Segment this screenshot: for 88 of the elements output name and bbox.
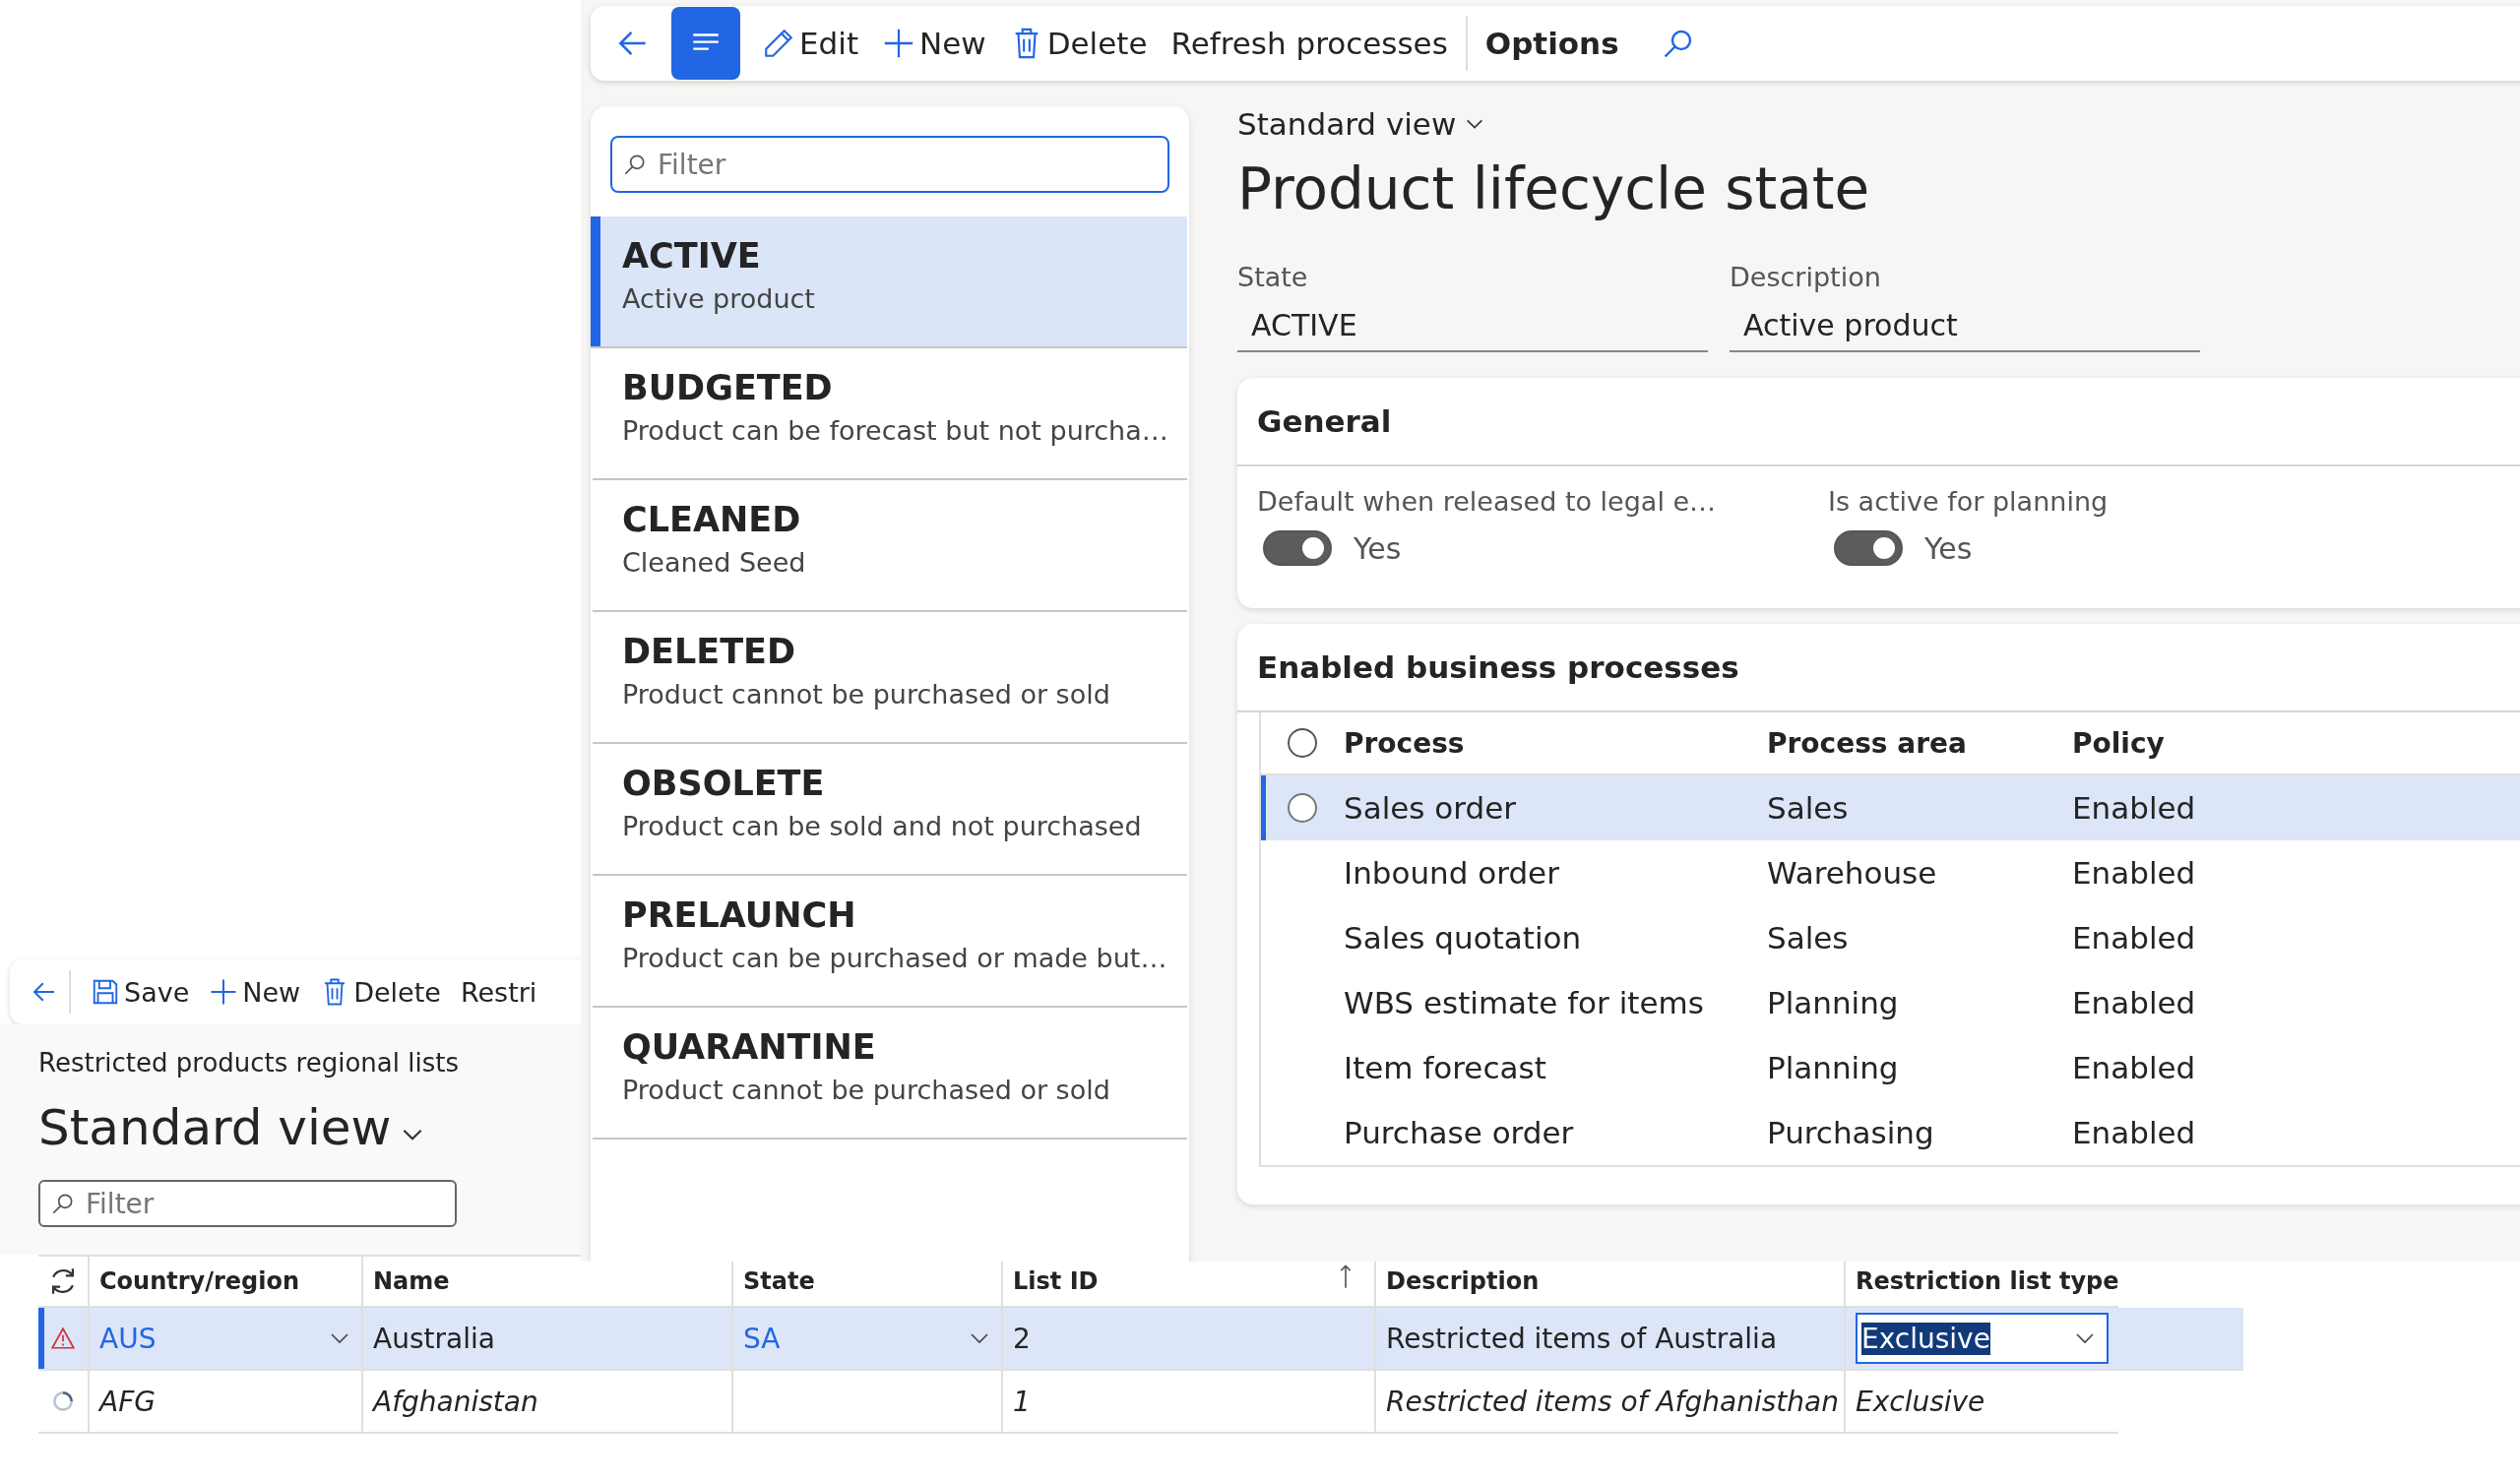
- table-cell: Purchase order: [1344, 1115, 1574, 1150]
- view-selector[interactable]: Standard view: [38, 1099, 425, 1156]
- toolbar-button[interactable]: Restri: [450, 964, 547, 1019]
- column-header[interactable]: Process: [1344, 726, 1465, 760]
- delete-button[interactable]: Delete: [997, 14, 1160, 73]
- table-cell: Purchasing: [1767, 1115, 1934, 1150]
- new-button[interactable]: New: [870, 14, 998, 73]
- table-row[interactable]: Sales quotation Sales Enabled: [1261, 905, 2520, 970]
- table-row[interactable]: Sales order Sales Enabled: [1261, 775, 2520, 840]
- table-row[interactable]: Purchase order Purchasing Enabled: [1261, 1100, 2520, 1165]
- list-item[interactable]: CLEANED Cleaned Seed: [593, 480, 1187, 612]
- filter-field[interactable]: Filter: [610, 136, 1169, 193]
- column-header[interactable]: Name: [373, 1267, 450, 1295]
- table-cell: 1: [1013, 1385, 1031, 1418]
- toggle-label: Default when released to legal e…: [1257, 486, 1718, 517]
- view-selector[interactable]: Standard view: [1237, 106, 1486, 142]
- toggle-value: Yes: [1924, 530, 1973, 566]
- delete-button[interactable]: Delete: [310, 964, 451, 1019]
- edit-button[interactable]: Edit: [750, 14, 871, 73]
- table-cell: AUS: [99, 1322, 157, 1355]
- table-cell: WBS estimate for items: [1344, 985, 1704, 1020]
- grid-row[interactable]: AFG Afghanistan 1 Restricted items of Afghanisthan Exclusive: [38, 1371, 2118, 1434]
- column-header[interactable]: State: [743, 1267, 815, 1295]
- column-header[interactable]: List ID: [1013, 1267, 1099, 1295]
- save-button[interactable]: Save: [81, 964, 200, 1019]
- section-title[interactable]: General: [1257, 403, 1392, 439]
- table-cell: Enabled: [2072, 855, 2196, 891]
- list-type-dropdown[interactable]: Exclusive: [1856, 1313, 2109, 1364]
- table-cell: Item forecast: [1344, 1050, 1546, 1085]
- table-cell: Enabled: [2072, 920, 2196, 956]
- column-header[interactable]: Restriction list type: [1856, 1267, 2119, 1295]
- table-cell: Planning: [1767, 1050, 1899, 1085]
- toggle-value: Yes: [1354, 530, 1402, 566]
- table-cell: Afghanistan: [373, 1385, 538, 1418]
- section-title[interactable]: Enabled business processes: [1257, 649, 1739, 685]
- table-cell: Inbound order: [1344, 855, 1559, 891]
- page-title: Product lifecycle state: [1237, 155, 1871, 222]
- loading-icon: [50, 1388, 76, 1414]
- table-cell: Enabled: [2072, 790, 2196, 826]
- toggle-switch[interactable]: [1834, 530, 1903, 566]
- table-cell: Australia: [373, 1322, 495, 1355]
- table-cell: Restricted items of Australia: [1386, 1322, 1778, 1355]
- list-item[interactable]: BUDGETED Product can be forecast but not purcha…: [593, 348, 1187, 480]
- warning-icon: [50, 1326, 76, 1351]
- refresh-button[interactable]: Refresh processes: [1159, 14, 1460, 73]
- input-field[interactable]: Active product: [1730, 308, 2200, 352]
- list-toggle-button[interactable]: [671, 7, 740, 80]
- table-cell: Sales quotation: [1344, 920, 1582, 956]
- table-cell: Sales: [1767, 920, 1849, 956]
- toggle-label: Is active for planning: [1828, 486, 2110, 517]
- table-cell: Planning: [1767, 985, 1899, 1020]
- list-item[interactable]: PRELAUNCH Product can be purchased or made but…: [593, 876, 1187, 1008]
- field-label: State: [1237, 262, 1308, 292]
- table-cell: Enabled: [2072, 985, 2196, 1020]
- table-cell: Sales order: [1344, 790, 1517, 826]
- pencil-icon: [762, 27, 795, 60]
- list-item[interactable]: QUARANTINE Product cannot be purchased or sold: [593, 1008, 1187, 1140]
- table-cell: Warehouse: [1767, 855, 1937, 891]
- table-cell: SA: [743, 1322, 781, 1355]
- new-button[interactable]: New: [199, 964, 311, 1019]
- table-row[interactable]: Inbound order Warehouse Enabled: [1261, 840, 2520, 905]
- table-cell: Enabled: [2072, 1115, 2196, 1150]
- field-label: Description: [1730, 262, 1881, 292]
- list-item[interactable]: ACTIVE Active product: [591, 216, 1187, 348]
- toggle-switch[interactable]: [1263, 530, 1332, 566]
- list-item[interactable]: OBSOLETE Product can be sold and not purchased: [593, 744, 1187, 876]
- list-item[interactable]: DELETED Product cannot be purchased or sold: [593, 612, 1187, 744]
- table-cell: Exclusive: [1856, 1385, 1985, 1418]
- row-radio[interactable]: [1288, 793, 1317, 823]
- column-header[interactable]: Country/region: [99, 1267, 300, 1295]
- input-field[interactable]: ACTIVE: [1237, 308, 1708, 352]
- filter-field[interactable]: Filter: [38, 1180, 457, 1227]
- table-cell: 2: [1013, 1322, 1031, 1355]
- table-row[interactable]: Item forecast Planning Enabled: [1261, 1035, 2520, 1100]
- table-cell: AFG: [99, 1385, 156, 1418]
- options-button[interactable]: Options: [1473, 14, 1631, 73]
- column-header[interactable]: Description: [1386, 1267, 1540, 1295]
- select-all-radio[interactable]: [1288, 728, 1317, 758]
- column-header[interactable]: Process area: [1767, 726, 1967, 760]
- table-cell: Restricted items of Afghanisthan: [1386, 1385, 1839, 1418]
- table-cell: Enabled: [2072, 1050, 2196, 1085]
- column-header[interactable]: Policy: [2072, 726, 2165, 760]
- table-cell: Sales: [1767, 790, 1849, 826]
- save-icon: [91, 977, 120, 1007]
- plus-icon: [209, 977, 239, 1007]
- grid-row[interactable]: AUS Australia SA 2 Restricted items of Australia Exclusive: [38, 1308, 2243, 1371]
- page-caption: Restricted products regional lists: [38, 1048, 459, 1078]
- table-row[interactable]: WBS estimate for items Planning Enabled: [1261, 970, 2520, 1035]
